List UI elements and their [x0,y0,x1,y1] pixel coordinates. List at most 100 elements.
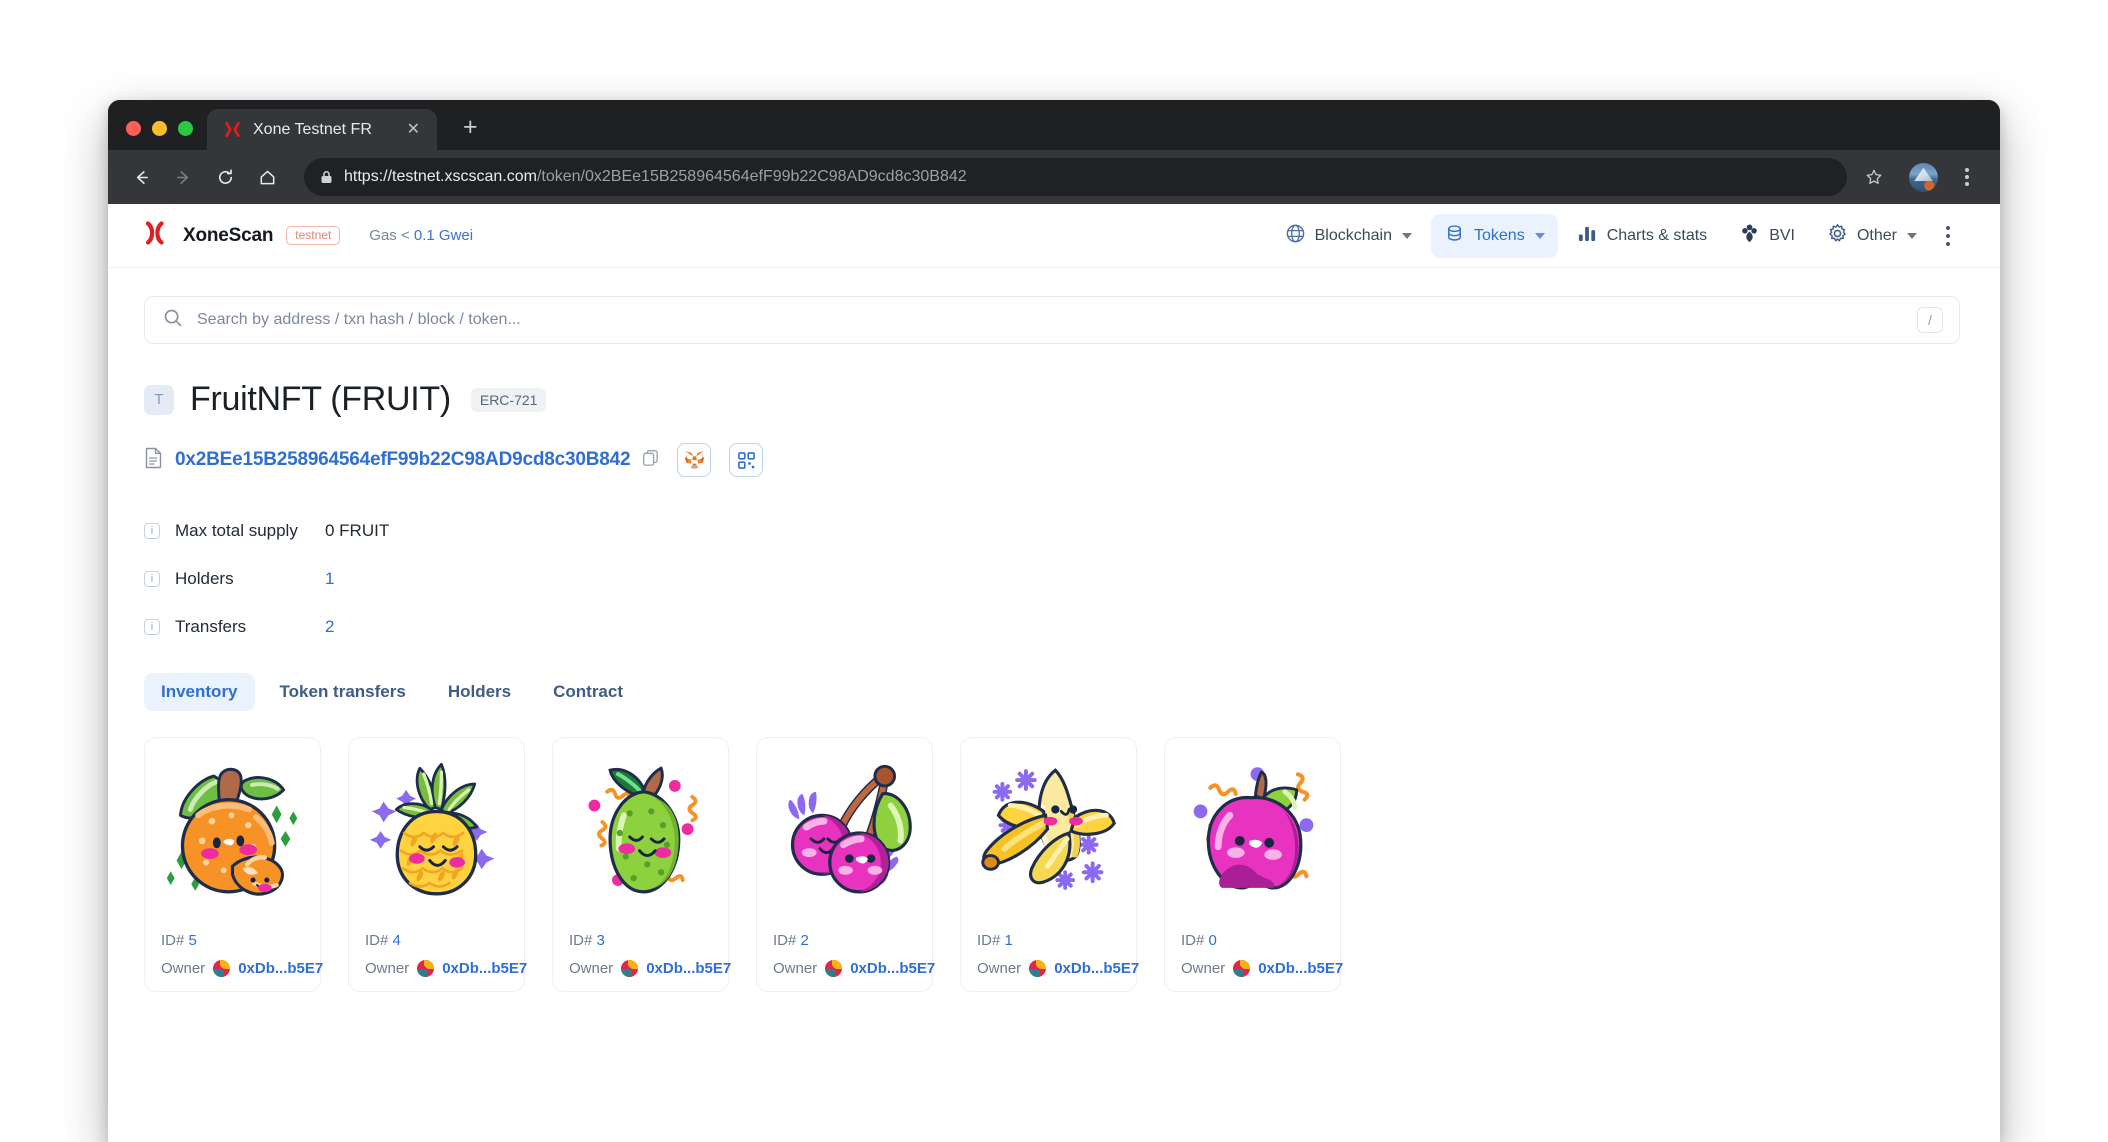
nft-card[interactable]: ID# 4 Owner 0xDb...b5E7 [348,737,527,992]
url-path: /token/0x2BEe15B258964564efF99b22C98AD9c… [536,168,967,185]
tab-title: Xone Testnet FR [253,120,372,138]
close-window-button[interactable] [126,121,141,136]
search-bar[interactable]: Search by address / txn hash / block / t… [144,296,1960,344]
stat-value[interactable]: 2 [325,617,334,637]
nav-item-other[interactable]: Other [1814,214,1930,258]
back-arrow-icon[interactable] [122,158,160,196]
nav-item-bvi[interactable]: BVI [1726,214,1808,258]
nft-card[interactable]: ID# 1 Owner 0xDb...b5E7 [960,737,1139,992]
nft-card-meta: ID# 2 Owner 0xDb...b5E7 [767,932,935,977]
info-icon[interactable]: i [144,523,160,539]
token-title-row: T FruitNFT (FRUIT) ERC-721 [144,380,1960,419]
main-nav: Blockchain Tokens Charts & stats BVI Oth… [1272,213,1960,258]
inventory-grid: ID# 5 Owner 0xDb...b5E7 ID# 4 Owner 0xDb… [144,737,1960,992]
page-title: FruitNFT (FRUIT) [190,380,451,418]
browser-window: Xone Testnet FR ✕ + https://testnet.xscs… [108,100,2000,1142]
forward-arrow-icon[interactable] [164,158,202,196]
new-tab-button[interactable]: + [437,115,478,150]
apple-nft-image [1175,748,1330,918]
nft-owner-label: Owner [365,960,410,977]
nav-label: Tokens [1474,226,1525,244]
gas-price: Gas < 0.1 Gwei [369,227,473,244]
nft-card[interactable]: ID# 5 Owner 0xDb...b5E7 [144,737,323,992]
nft-id-prefix: ID# [977,932,1005,949]
nft-owner: Owner 0xDb...b5E7 [977,960,1139,977]
star-icon[interactable] [1857,160,1891,194]
browser-tab[interactable]: Xone Testnet FR ✕ [207,109,437,150]
info-icon[interactable]: i [144,619,160,635]
stat-row: i Max total supply 0 FRUIT [144,507,1960,555]
search-input[interactable]: Search by address / txn hash / block / t… [197,311,1903,329]
qr-code-icon[interactable] [729,443,764,477]
kebab-menu-icon[interactable] [1952,160,1982,194]
nft-id: ID# 4 [365,932,508,949]
nft-card-meta: ID# 0 Owner 0xDb...b5E7 [1175,932,1343,977]
nft-owner-label: Owner [161,960,206,977]
nft-card[interactable]: ID# 0 Owner 0xDb...b5E7 [1164,737,1343,992]
owner-address-link[interactable]: 0xDb...b5E7 [1054,960,1139,977]
nft-id-value: 5 [188,932,197,949]
owner-avatar [621,960,639,977]
stat-label: Holders [175,569,234,588]
bar-chart-icon [1577,223,1598,249]
nft-owner: Owner 0xDb...b5E7 [161,960,323,977]
document-icon [144,447,163,474]
nav-label: Other [1856,226,1897,244]
nft-owner: Owner 0xDb...b5E7 [365,960,527,977]
nft-id-prefix: ID# [161,932,189,949]
nav-item-charts-stats[interactable]: Charts & stats [1564,214,1720,258]
xonescan-logo-icon [144,220,170,251]
tab-holders[interactable]: Holders [431,673,528,711]
chevron-down-icon [1534,232,1545,239]
tab-strip: Xone Testnet FR ✕ + [108,100,2000,150]
network-chip: testnet [286,226,341,245]
url-text: https://testnet.xscscan.com/token/0x2BEe… [344,168,967,186]
close-icon[interactable]: ✕ [404,120,423,140]
stat-row: i Holders 1 [144,555,1960,603]
owner-address-link[interactable]: 0xDb...b5E7 [646,960,731,977]
nft-card[interactable]: ID# 3 Owner 0xDb...b5E7 [552,737,731,992]
nft-card[interactable]: ID# 2 Owner 0xDb...b5E7 [756,737,935,992]
owner-address-link[interactable]: 0xDb...b5E7 [238,960,323,977]
nft-owner: Owner 0xDb...b5E7 [1181,960,1343,977]
metamask-fox-icon[interactable] [677,443,712,477]
nft-id: ID# 3 [569,932,712,949]
tab-token-transfers[interactable]: Token transfers [263,673,423,711]
nav-item-tokens[interactable]: Tokens [1431,213,1558,258]
nft-owner: Owner 0xDb...b5E7 [569,960,731,977]
stat-value: 0 FRUIT [325,521,390,540]
window-controls [108,121,207,150]
nav-label: Blockchain [1314,226,1392,244]
coins-icon [1444,223,1465,249]
owner-address-link[interactable]: 0xDb...b5E7 [850,960,935,977]
nav-item-blockchain[interactable]: Blockchain [1272,214,1425,258]
contract-address-row: 0x2BEe15B258964564efF99b22C98AD9cd8c30B8… [144,443,1960,477]
info-icon[interactable]: i [144,571,160,587]
minimize-window-button[interactable] [152,121,167,136]
page-content: Search by address / txn hash / block / t… [108,268,2000,992]
stat-value[interactable]: 1 [325,569,334,589]
owner-address-link[interactable]: 0xDb...b5E7 [1258,960,1343,977]
owner-address-link[interactable]: 0xDb...b5E7 [442,960,527,977]
tab-inventory[interactable]: Inventory [144,673,255,711]
contract-address-link[interactable]: 0x2BEe15B258964564efF99b22C98AD9cd8c30B8… [175,449,631,471]
copy-icon[interactable] [642,449,659,471]
address-bar[interactable]: https://testnet.xscscan.com/token/0x2BEe… [304,158,1847,196]
gear-icon [1827,223,1848,249]
nft-id-prefix: ID# [773,932,801,949]
maximize-window-button[interactable] [178,121,193,136]
nft-card-meta: ID# 1 Owner 0xDb...b5E7 [971,932,1139,977]
stat-label: Transfers [175,617,247,636]
nft-id-prefix: ID# [569,932,597,949]
home-icon[interactable] [248,158,286,196]
brand[interactable]: XoneScan testnet Gas < 0.1 Gwei [144,220,473,251]
site-header: XoneScan testnet Gas < 0.1 Gwei Blockcha… [108,204,2000,268]
nft-id-value: 0 [1208,932,1217,949]
token-stats: i Max total supply 0 FRUIT i Holders 1 i… [144,507,1960,651]
tab-contract[interactable]: Contract [536,673,640,711]
profile-avatar[interactable] [1909,162,1938,192]
reload-icon[interactable] [206,158,244,196]
nav-overflow-kebab-icon[interactable] [1936,218,1960,254]
chevron-down-icon [1907,232,1917,239]
globe-icon [1285,223,1306,249]
